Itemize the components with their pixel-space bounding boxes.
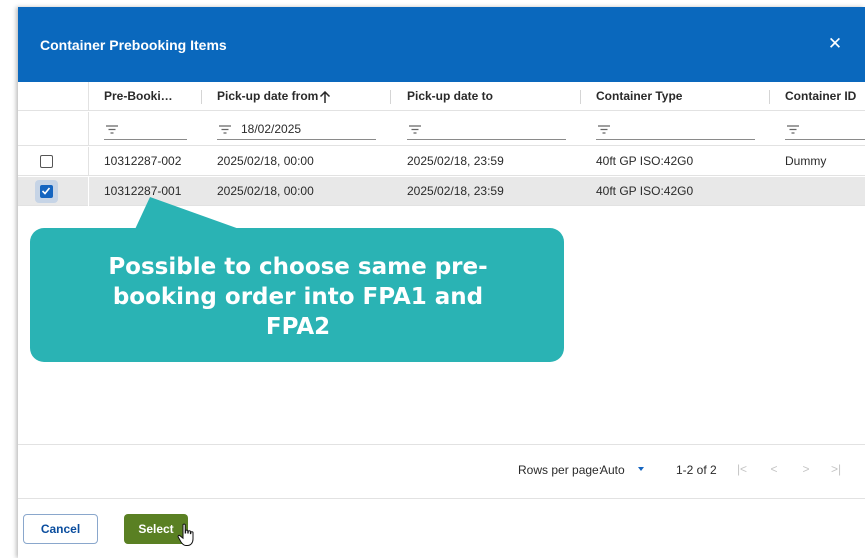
callout-line-2: booking order into FPA1 and bbox=[112, 284, 484, 310]
chevron-down-icon[interactable] bbox=[638, 467, 644, 471]
callout-line-3: FPA2 bbox=[265, 314, 331, 340]
filter-icon bbox=[409, 125, 421, 134]
callout-text: Possible to choose same pre- booking ord… bbox=[60, 228, 536, 362]
table-row[interactable]: 10312287-002 2025/02/18, 00:00 2025/02/1… bbox=[18, 147, 865, 176]
select-column-divider bbox=[88, 177, 89, 206]
cell-pickup-to: 2025/02/18, 23:59 bbox=[407, 154, 504, 168]
cell-container-id: Dummy bbox=[785, 154, 827, 168]
filter-container-type[interactable] bbox=[596, 120, 755, 140]
row-checkbox[interactable] bbox=[40, 185, 53, 198]
filter-pickup-from[interactable]: 18/02/2025 bbox=[217, 120, 376, 140]
filter-icon bbox=[787, 125, 799, 134]
rows-per-page-label: Rows per page: bbox=[518, 463, 603, 477]
cell-container-type: 40ft GP ISO:42G0 bbox=[596, 154, 694, 168]
column-separator[interactable] bbox=[390, 90, 391, 104]
cell-pickup-from: 2025/02/18, 00:00 bbox=[217, 184, 314, 198]
cell-prebooking: 10312287-001 bbox=[104, 184, 182, 198]
rows-per-page-value[interactable]: Auto bbox=[600, 463, 625, 477]
cell-container-type: 40ft GP ISO:42G0 bbox=[596, 184, 694, 198]
filter-value: 18/02/2025 bbox=[241, 122, 302, 136]
table-row[interactable]: 10312287-001 2025/02/18, 00:00 2025/02/1… bbox=[18, 177, 865, 206]
column-separator[interactable] bbox=[201, 90, 202, 104]
select-column-divider bbox=[88, 82, 89, 111]
column-header-pickup-to[interactable]: Pick-up date to bbox=[407, 82, 493, 111]
column-header-container-id[interactable]: Container ID bbox=[785, 82, 856, 111]
filter-pickup-to[interactable] bbox=[407, 120, 566, 140]
column-header-prebooking[interactable]: Pre-Booki… bbox=[104, 82, 173, 111]
filter-prebooking[interactable] bbox=[104, 120, 187, 140]
column-header-container-type[interactable]: Container Type bbox=[596, 82, 682, 111]
cell-pickup-to: 2025/02/18, 23:59 bbox=[407, 184, 504, 198]
row-checkbox[interactable] bbox=[40, 155, 53, 168]
column-separator[interactable] bbox=[769, 90, 770, 104]
dialog-title: Container Prebooking Items bbox=[40, 37, 227, 53]
page-range: 1-2 of 2 bbox=[676, 463, 717, 477]
column-separator[interactable] bbox=[580, 90, 581, 104]
filter-icon bbox=[219, 125, 231, 134]
filter-icon bbox=[106, 125, 118, 134]
cancel-button[interactable]: Cancel bbox=[23, 514, 98, 544]
first-page-icon[interactable]: |< bbox=[732, 459, 752, 479]
callout-line-1: Possible to choose same pre- bbox=[108, 254, 488, 280]
select-column-divider bbox=[88, 147, 89, 176]
grid-filter-row: 18/02/2025 bbox=[18, 112, 865, 146]
cell-pickup-from: 2025/02/18, 00:00 bbox=[217, 154, 314, 168]
annotation-callout: Possible to choose same pre- booking ord… bbox=[30, 228, 564, 362]
dialog-header: Container Prebooking Items ✕ bbox=[18, 7, 865, 82]
prev-page-icon[interactable]: < bbox=[764, 459, 784, 479]
grid-header-row: Pre-Booki… Pick-up date from Pick-up dat… bbox=[18, 82, 865, 111]
last-page-icon[interactable]: >| bbox=[826, 459, 846, 479]
hand-cursor-icon bbox=[177, 523, 194, 546]
dialog-footer: Cancel Select bbox=[18, 500, 865, 558]
filter-container-id[interactable] bbox=[785, 120, 865, 140]
cell-prebooking: 10312287-002 bbox=[104, 154, 182, 168]
close-icon[interactable]: ✕ bbox=[824, 33, 846, 55]
checkmark-icon bbox=[41, 187, 51, 195]
next-page-icon[interactable]: > bbox=[796, 459, 816, 479]
filter-icon bbox=[598, 125, 610, 134]
arrow-up-icon[interactable] bbox=[319, 91, 331, 104]
select-column-divider bbox=[88, 112, 89, 146]
column-header-pickup-from[interactable]: Pick-up date from bbox=[217, 82, 318, 111]
pagination-bar: Rows per page: Auto 1-2 of 2 |< < > >| bbox=[18, 445, 865, 499]
